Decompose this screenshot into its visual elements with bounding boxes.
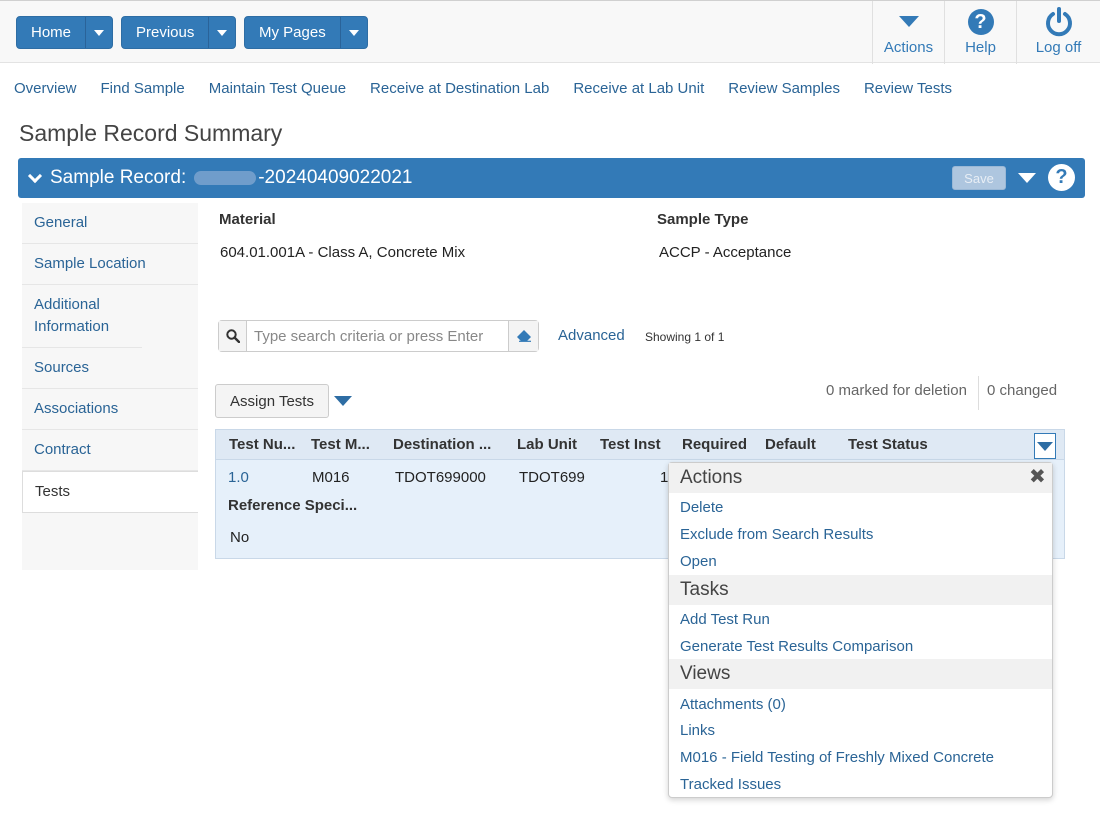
nav-link-review-samples[interactable]: Review Samples: [728, 80, 840, 97]
logoff-label: Log off: [1035, 39, 1082, 56]
mypages-dropdown-button[interactable]: [339, 17, 367, 48]
top-actions: Actions ? Help Log off: [872, 1, 1100, 64]
menu-item-links[interactable]: Links: [680, 722, 715, 739]
material-value: 604.01.001A - Class A, Concrete Mix: [220, 244, 466, 261]
assign-tests-button[interactable]: Assign Tests: [215, 384, 329, 418]
sidenav-item-sample-location[interactable]: Sample Location: [22, 244, 198, 285]
column-header-test-status[interactable]: Test Status: [848, 436, 928, 453]
column-header-test-inst[interactable]: Test Inst: [600, 436, 661, 453]
secondary-nav: Overview Find Sample Maintain Test Queue…: [14, 80, 976, 97]
eraser-icon[interactable]: [508, 321, 538, 351]
actions-label: Actions: [883, 39, 934, 56]
nav-link-maintain-test-queue[interactable]: Maintain Test Queue: [209, 80, 346, 97]
menu-item-delete[interactable]: Delete: [680, 499, 723, 516]
previous-dropdown-button[interactable]: [208, 17, 235, 48]
sidenav-item-sources[interactable]: Sources: [22, 348, 198, 389]
sidenav-item-general[interactable]: General: [22, 203, 198, 244]
previous-button[interactable]: Previous: [122, 17, 208, 48]
actions-button[interactable]: Actions: [872, 1, 944, 64]
assign-tests-dropdown-icon[interactable]: [334, 396, 352, 406]
home-button[interactable]: Home: [17, 17, 85, 48]
record-header: Sample Record: -20240409022021 Save ?: [18, 158, 1085, 198]
advanced-search-link[interactable]: Advanced: [558, 327, 625, 344]
sidenav-item-additional-information[interactable]: Additional Information: [22, 285, 142, 348]
home-split-button[interactable]: Home: [16, 16, 114, 49]
menu-item-add-test-run[interactable]: Add Test Run: [680, 611, 770, 628]
close-icon[interactable]: ✖: [1029, 464, 1046, 489]
chevron-down-icon: [348, 29, 359, 36]
chevron-down-icon: [217, 29, 228, 36]
cell-lab-unit: TDOT699: [519, 469, 585, 486]
cell-test-number[interactable]: 1.0: [228, 469, 249, 486]
power-icon: [1045, 7, 1073, 37]
sample-type-label: Sample Type: [657, 211, 749, 228]
home-dropdown-button[interactable]: [85, 17, 112, 48]
search-box: Type search criteria or press Enter: [218, 320, 539, 352]
record-sidenav: General Sample Location Additional Infor…: [22, 203, 198, 570]
menu-section-actions: Actions: [669, 463, 1052, 493]
mypages-button[interactable]: My Pages: [245, 17, 340, 48]
menu-item-attachments[interactable]: Attachments (0): [680, 696, 786, 713]
chevron-down-icon: [94, 29, 105, 36]
nav-link-review-tests[interactable]: Review Tests: [864, 80, 952, 97]
mypages-split-button[interactable]: My Pages: [244, 16, 368, 49]
nav-link-receive-lab-unit[interactable]: Receive at Lab Unit: [573, 80, 704, 97]
menu-item-tracked-issues[interactable]: Tracked Issues: [680, 776, 781, 793]
search-icon[interactable]: [219, 321, 247, 351]
record-title-suffix: -20240409022021: [258, 167, 413, 188]
question-circle-icon: ?: [967, 9, 994, 35]
menu-item-open[interactable]: Open: [680, 553, 717, 570]
sidenav-item-contract[interactable]: Contract: [22, 430, 198, 471]
cell-destination: TDOT699000: [395, 469, 486, 486]
collapse-chevron-icon[interactable]: [27, 168, 43, 184]
sidenav-item-associations[interactable]: Associations: [22, 389, 198, 430]
reference-spec-value: No: [230, 529, 250, 546]
row-menu-button[interactable]: [1034, 433, 1056, 459]
save-button[interactable]: Save: [952, 166, 1006, 190]
column-header-test-number[interactable]: Test Nu...: [229, 436, 295, 453]
question-circle-icon[interactable]: ?: [1048, 164, 1075, 191]
column-header-destination[interactable]: Destination ...: [393, 436, 491, 453]
row-actions-menu: Actions ✖ Delete Exclude from Search Res…: [668, 462, 1053, 798]
deletion-count: 0 marked for deletion: [826, 382, 967, 399]
showing-count: Showing 1 of 1: [645, 330, 725, 344]
help-label: Help: [965, 39, 996, 56]
record-menu-caret-icon[interactable]: [1018, 173, 1036, 183]
logoff-button[interactable]: Log off: [1016, 1, 1100, 64]
sidenav-item-tests[interactable]: Tests: [22, 471, 198, 513]
column-header-default[interactable]: Default: [765, 436, 816, 453]
column-header-test-method[interactable]: Test M...: [311, 436, 370, 453]
cell-test-method: M016: [312, 469, 350, 486]
grid-header: Test Nu... Test M... Destination ... Lab…: [216, 430, 1064, 460]
reference-spec-label: Reference Speci...: [228, 497, 358, 514]
menu-item-m016[interactable]: M016 - Field Testing of Freshly Mixed Co…: [680, 749, 994, 766]
top-bar: Home Previous My Pages Actions ? Help Lo…: [0, 0, 1100, 64]
record-title: Sample Record: -20240409022021: [50, 167, 413, 189]
column-header-required[interactable]: Required: [682, 436, 747, 453]
column-header-lab-unit[interactable]: Lab Unit: [517, 436, 577, 453]
caret-down-icon: [898, 7, 919, 37]
nav-link-overview[interactable]: Overview: [14, 80, 77, 97]
menu-section-views: Views: [669, 659, 1052, 689]
caret-down-icon: [1037, 441, 1053, 451]
menu-item-exclude[interactable]: Exclude from Search Results: [680, 526, 873, 543]
page-title: Sample Record Summary: [19, 120, 283, 146]
previous-split-button[interactable]: Previous: [121, 16, 237, 49]
search-input[interactable]: Type search criteria or press Enter: [247, 321, 508, 351]
menu-item-generate-comparison[interactable]: Generate Test Results Comparison: [680, 638, 913, 655]
nav-link-find-sample[interactable]: Find Sample: [101, 80, 185, 97]
record-title-prefix: Sample Record:: [50, 167, 187, 188]
material-label: Material: [219, 211, 276, 228]
help-button[interactable]: ? Help: [944, 1, 1016, 64]
nav-link-receive-destination-lab[interactable]: Receive at Destination Lab: [370, 80, 549, 97]
menu-section-tasks: Tasks: [669, 575, 1052, 605]
sample-type-value: ACCP - Acceptance: [659, 244, 792, 261]
divider: [978, 376, 979, 410]
changed-count: 0 changed: [987, 382, 1058, 399]
redacted-id: [194, 171, 257, 185]
